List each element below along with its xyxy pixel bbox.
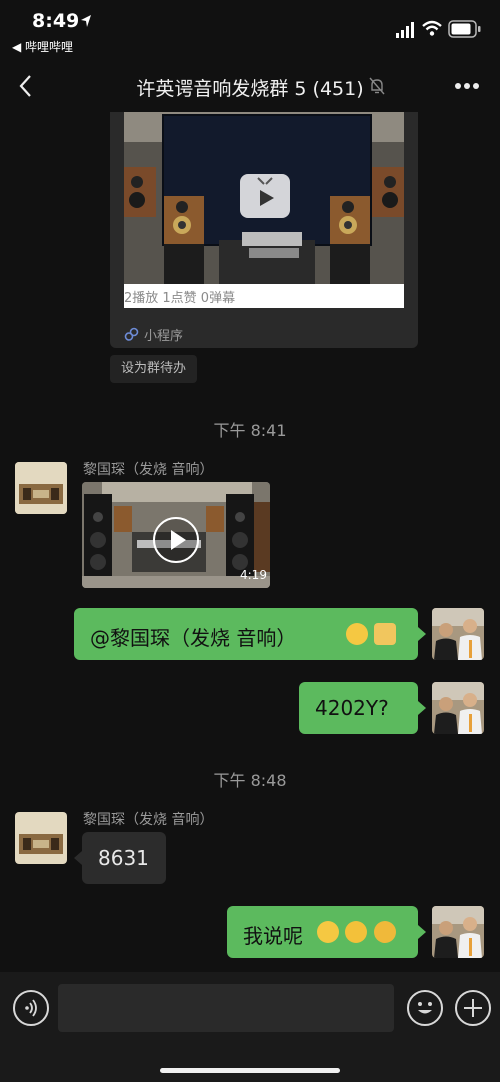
video-duration: 4:19 bbox=[240, 568, 267, 582]
chat-title: 许英谔音响发烧群 5 (451) bbox=[136, 78, 364, 100]
avatar[interactable] bbox=[432, 906, 484, 958]
location-arrow-icon bbox=[81, 15, 91, 27]
miniprogram-label: 小程序 bbox=[144, 329, 184, 344]
thumbs-up-emoji-icon bbox=[374, 623, 397, 645]
mute-bell-icon bbox=[369, 77, 385, 95]
play-icon[interactable] bbox=[240, 174, 290, 218]
miniprogram-card[interactable]: 2播放 1点赞 0弹幕 小程序 bbox=[110, 112, 418, 348]
battery-icon bbox=[448, 20, 481, 38]
message-text: @黎国琛（发烧 音响） bbox=[90, 626, 297, 650]
video-thumbnail[interactable] bbox=[124, 112, 404, 284]
message-bubble[interactable]: 8631 bbox=[82, 832, 166, 884]
sender-name: 黎国琛（发烧 音响） bbox=[83, 812, 214, 828]
avatar[interactable] bbox=[432, 608, 484, 660]
avatar[interactable] bbox=[15, 812, 67, 864]
emoji-icon bbox=[418, 1002, 432, 1014]
message-bubble[interactable]: 4202Y? bbox=[299, 682, 418, 734]
signal-icon bbox=[396, 22, 414, 38]
emoji-button[interactable] bbox=[407, 990, 443, 1026]
link-icon bbox=[124, 327, 139, 341]
set-group-todo-button[interactable]: 设为群待办 bbox=[110, 355, 198, 383]
facepalm-emoji-icon bbox=[317, 921, 339, 943]
status-bar: 8:49 ◀ 哔哩哔哩 bbox=[0, 0, 500, 60]
back-to-app-link[interactable]: ◀ 哔哩哔哩 bbox=[12, 38, 73, 55]
facepalm-emoji-icon bbox=[346, 623, 368, 645]
message-text: 8631 bbox=[98, 846, 149, 870]
crying-emoji-icon bbox=[373, 921, 396, 943]
message-input[interactable] bbox=[58, 984, 394, 1032]
play-icon[interactable] bbox=[152, 516, 200, 564]
avatar[interactable] bbox=[15, 462, 67, 514]
video-stats: 2播放 1点赞 0弹幕 bbox=[124, 291, 236, 306]
voice-button[interactable] bbox=[13, 990, 49, 1026]
video-message[interactable]: 4:19 bbox=[82, 482, 270, 588]
chat-header: 许英谔音响发烧群 5 (451) bbox=[0, 60, 500, 112]
plus-icon bbox=[464, 999, 482, 1017]
timestamp: 下午 8:41 bbox=[213, 421, 287, 440]
message-bubble[interactable]: @黎国琛（发烧 音响） bbox=[74, 608, 418, 660]
message-text: 我说呢 bbox=[243, 924, 303, 948]
home-indicator bbox=[160, 1068, 340, 1073]
more-icon[interactable] bbox=[454, 82, 480, 90]
input-bar bbox=[0, 972, 500, 1082]
plus-button[interactable] bbox=[455, 990, 491, 1026]
status-time: 8:49 bbox=[32, 10, 80, 32]
wifi-icon bbox=[422, 20, 442, 36]
message-text: 4202Y? bbox=[315, 696, 389, 720]
laughing-emoji-icon bbox=[345, 921, 368, 943]
sender-name: 黎国琛（发烧 音响） bbox=[83, 462, 214, 478]
timestamp: 下午 8:48 bbox=[213, 771, 287, 790]
message-bubble[interactable]: 我说呢 bbox=[227, 906, 418, 958]
avatar[interactable] bbox=[432, 682, 484, 734]
voice-icon bbox=[25, 999, 37, 1017]
